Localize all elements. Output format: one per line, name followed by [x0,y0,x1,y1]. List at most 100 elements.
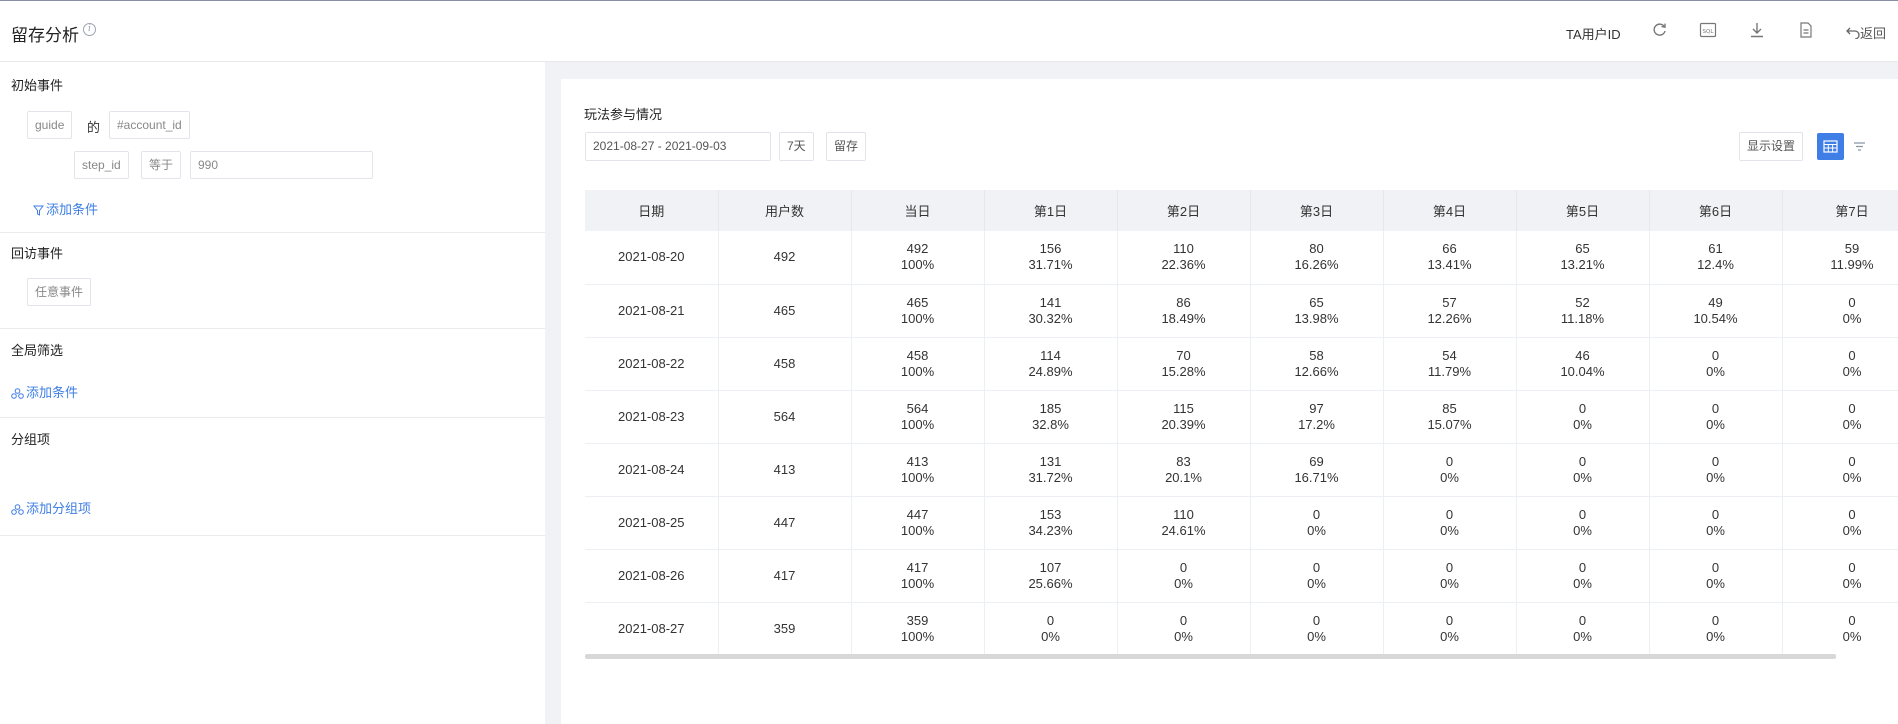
retention-rate: 100% [900,310,935,326]
retention-cell[interactable]: 141 30.32% [984,284,1118,338]
retention-cell[interactable]: 0 0% [1649,337,1783,391]
retention-cell[interactable]: 0 0% [1649,549,1783,603]
retention-cell[interactable]: 0 0% [1782,337,1898,391]
retention-cell[interactable]: 0 0% [1516,390,1650,444]
retention-cell[interactable]: 0 0% [1117,549,1251,603]
column-header: 第5日 [1516,190,1650,231]
account-select[interactable]: #account_id [109,111,190,139]
retention-cell[interactable]: 57 12.26% [1383,284,1517,338]
retention-cell[interactable]: 107 25.66% [984,549,1118,603]
retention-count: 0 [1848,347,1856,363]
chart-title: 玩法参与情况 [584,107,663,122]
filter-value-input[interactable]: 990 [190,151,373,179]
download-icon[interactable] [1748,21,1766,39]
retention-cell[interactable]: 417 100% [851,549,985,603]
retention-cell[interactable]: 0 0% [1516,602,1650,655]
retention-cell[interactable]: 156 31.71% [984,231,1118,285]
retention-cell[interactable]: 0 0% [1250,496,1384,550]
return-event-select[interactable]: 任意事件 [27,278,92,306]
retention-cell[interactable]: 0 0% [1383,443,1517,497]
retention-cell[interactable]: 80 16.26% [1250,231,1384,285]
retention-cell[interactable]: 115 20.39% [1117,390,1251,444]
retention-cell[interactable]: 564 100% [851,390,985,444]
user-id-selector[interactable]: TA用户ID [1566,24,1621,43]
retention-cell[interactable]: 0 0% [1782,390,1898,444]
retention-rate: 22.36% [1161,257,1206,273]
retention-cell[interactable]: 0 0% [1250,549,1384,603]
retention-cell[interactable]: 54 11.79% [1383,337,1517,391]
retention-cell[interactable]: 0 0% [1782,284,1898,338]
horizontal-scrollbar[interactable] [585,654,1836,659]
retention-cell[interactable]: 70 15.28% [1117,337,1251,391]
retention-cell[interactable]: 131 31.72% [984,443,1118,497]
retention-cell[interactable]: 86 18.49% [1117,284,1251,338]
retention-cell[interactable]: 0 0% [1383,602,1517,655]
retention-cell[interactable]: 447 100% [851,496,985,550]
retention-cell[interactable]: 0 0% [1782,549,1898,603]
filter-field-select[interactable]: step_id [74,151,129,179]
retention-cell[interactable]: 185 32.8% [984,390,1118,444]
retention-cell[interactable]: 46 10.04% [1516,337,1650,391]
retention-cell[interactable]: 413 100% [851,443,985,497]
retention-cell[interactable]: 153 34.23% [984,496,1118,550]
document-icon[interactable] [1797,21,1815,39]
retention-cell[interactable]: 0 0% [1782,443,1898,497]
retention-cell[interactable]: 114 24.89% [984,337,1118,391]
retention-cell[interactable]: 0 0% [1117,602,1251,655]
retention-cell[interactable]: 0 0% [1649,496,1783,550]
retention-cell[interactable]: 0 0% [1649,443,1783,497]
add-condition-link[interactable]: 添加条件 [32,199,98,218]
retention-cell[interactable]: 0 0% [1383,496,1517,550]
retention-count: 80 [1309,241,1324,257]
retention-cell[interactable]: 492 100% [851,231,985,285]
column-header: 日期 [585,190,719,231]
retention-cell[interactable]: 69 16.71% [1250,443,1384,497]
retention-cell[interactable]: 49 10.54% [1649,284,1783,338]
retention-count: 46 [1575,347,1590,363]
filter-group-icon [11,388,24,399]
retention-cell[interactable]: 65 13.21% [1516,231,1650,285]
retention-cell[interactable]: 97 17.2% [1250,390,1384,444]
panel-divider[interactable] [545,62,560,724]
retention-cell[interactable]: 59 11.99% [1782,231,1898,285]
retention-cell[interactable]: 0 0% [1782,496,1898,550]
retention-cell[interactable]: 0 0% [1250,602,1384,655]
sql-icon[interactable]: SQL [1699,21,1717,39]
retention-cell[interactable]: 0 0% [1649,602,1783,655]
retention-cell[interactable]: 110 24.61% [1117,496,1251,550]
filter-operator-select[interactable]: 等于 [141,151,182,179]
retention-cell[interactable]: 52 11.18% [1516,284,1650,338]
period-select[interactable]: 7天 [779,132,814,161]
global-add-condition-link[interactable]: 添加条件 [11,382,78,401]
retention-cell[interactable]: 0 0% [1516,496,1650,550]
retention-cell[interactable]: 0 0% [1383,549,1517,603]
retention-cell[interactable]: 61 12.4% [1649,231,1783,285]
date-cell: 2021-08-23 [585,390,719,444]
retention-cell[interactable]: 465 100% [851,284,985,338]
retention-cell[interactable]: 458 100% [851,337,985,391]
refresh-icon[interactable] [1651,21,1669,39]
mode-select[interactable]: 留存 [826,132,867,161]
event-select[interactable]: guide [27,111,73,139]
retention-cell[interactable]: 0 0% [1649,390,1783,444]
retention-cell[interactable]: 359 100% [851,602,985,655]
retention-cell[interactable]: 0 0% [1782,602,1898,655]
info-icon[interactable]: i [83,23,96,36]
table-view-button[interactable] [1817,133,1844,160]
add-group-label: 添加分组项 [26,501,92,516]
retention-cell[interactable]: 0 0% [1516,549,1650,603]
retention-cell[interactable]: 110 22.36% [1117,231,1251,285]
retention-cell[interactable]: 65 13.98% [1250,284,1384,338]
back-button[interactable]: 返回 [1846,23,1886,42]
retention-cell[interactable]: 0 0% [1516,443,1650,497]
retention-cell[interactable]: 85 15.07% [1383,390,1517,444]
retention-cell[interactable]: 66 13.41% [1383,231,1517,285]
add-group-link[interactable]: 添加分组项 [11,498,91,517]
display-settings-button[interactable]: 显示设置 [1739,132,1804,161]
date-range-picker[interactable]: 2021-08-27 - 2021-09-03 [585,132,771,161]
retention-cell[interactable]: 58 12.66% [1250,337,1384,391]
retention-rate: 0% [1573,416,1592,432]
retention-cell[interactable]: 0 0% [984,602,1118,655]
retention-cell[interactable]: 83 20.1% [1117,443,1251,497]
filter-view-button[interactable] [1846,133,1873,160]
